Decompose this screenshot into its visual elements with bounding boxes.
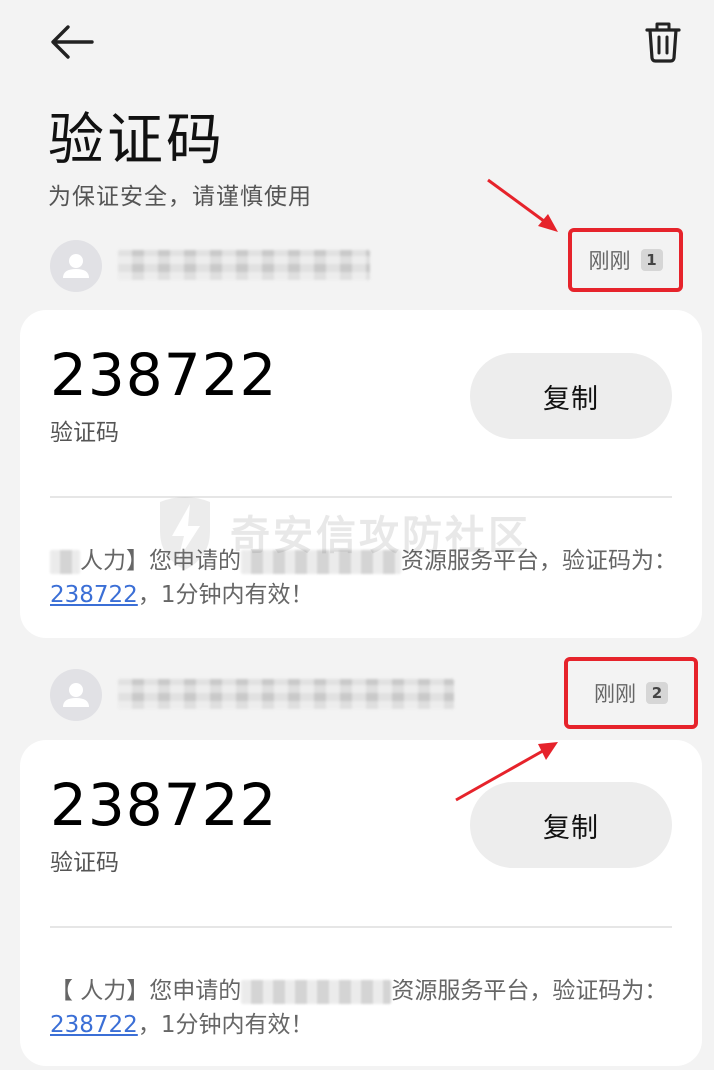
copy-button[interactable]: 复制	[470, 353, 672, 439]
sender-name-redacted	[118, 250, 370, 280]
message-time: 刚刚	[594, 682, 636, 706]
redacted-text	[241, 979, 392, 1004]
person-icon	[63, 683, 89, 707]
sender-name-redacted	[118, 679, 454, 709]
page-subtitle: 为保证安全，请谨慎使用	[48, 184, 312, 210]
back-button[interactable]	[46, 18, 98, 66]
message-time: 刚刚	[588, 249, 631, 273]
divider	[50, 496, 672, 498]
redacted-text	[241, 549, 401, 574]
redacted-text	[50, 549, 80, 574]
verification-code-card: 238722 验证码 复制 人力】您申请的 资源服务平台，验证码为：238722，…	[20, 310, 702, 638]
person-icon	[63, 254, 89, 278]
verification-code-card: 238722 验证码 复制 【 人力】您申请的 资源服务平台，验证码为：23872…	[20, 740, 702, 1066]
message-count-badge: 2	[646, 682, 668, 704]
trash-icon	[645, 22, 681, 63]
back-arrow-icon	[51, 25, 94, 59]
sender-avatar	[50, 669, 102, 721]
verification-code: 238722	[50, 341, 278, 409]
delete-button[interactable]	[638, 16, 688, 66]
code-label: 验证码	[50, 420, 119, 446]
message-count-badge: 1	[640, 249, 663, 271]
code-link[interactable]: 238722	[50, 1012, 138, 1038]
sms-body: 人力】您申请的 资源服务平台，验证码为：238722，1分钟内有效！	[50, 548, 677, 608]
verification-code: 238722	[50, 771, 278, 839]
time-annotation-box: 刚刚 1	[568, 228, 683, 292]
page-title: 验证码	[48, 108, 225, 173]
divider	[50, 926, 672, 928]
sender-row: 刚刚 2	[0, 657, 714, 729]
annotation-arrow-1	[487, 178, 558, 232]
time-annotation-box: 刚刚 2	[564, 657, 698, 729]
sender-row: 刚刚 1	[0, 228, 714, 298]
sms-body: 【 人力】您申请的 资源服务平台，验证码为：238722，1分钟内有效！	[50, 978, 668, 1038]
sender-avatar	[50, 240, 102, 292]
code-link[interactable]: 238722	[50, 582, 138, 608]
code-label: 验证码	[50, 850, 119, 876]
copy-button[interactable]: 复制	[470, 782, 672, 868]
